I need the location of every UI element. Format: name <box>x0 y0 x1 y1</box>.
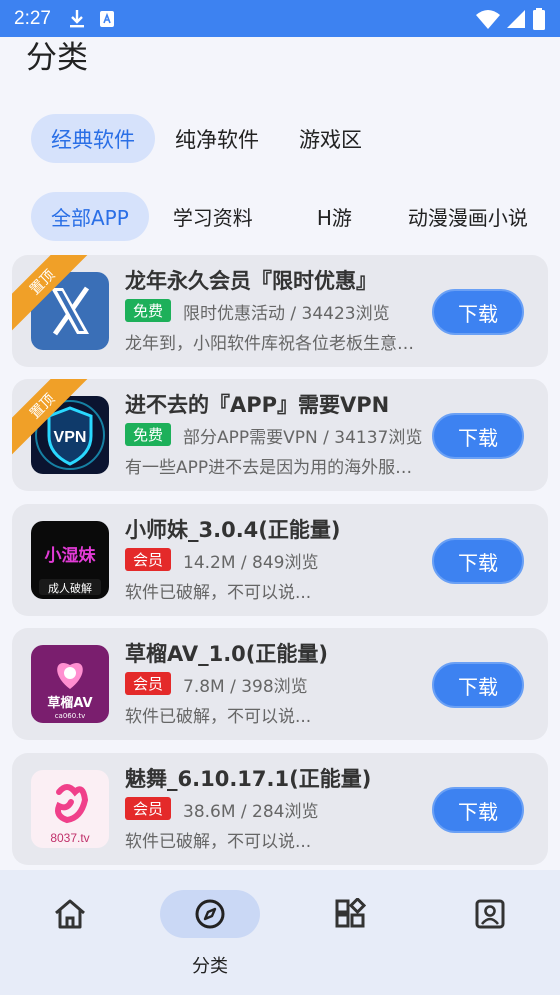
app-card[interactable]: 小湿妹 成人破解 小师妹_3.0.4(正能量) 会员 14.2M / 849浏览… <box>12 504 548 616</box>
app-title: 小师妹_3.0.4(正能量) <box>125 518 341 542</box>
vip-badge: 会员 <box>125 797 172 820</box>
free-badge: 免费 <box>125 423 172 446</box>
app-card[interactable]: 8037.tv 魅舞_6.10.17.1(正能量) 会员 38.6M / 284… <box>12 753 548 865</box>
free-badge: 免费 <box>125 299 172 322</box>
nav-categories[interactable]: 分类 <box>140 870 280 995</box>
app-meta: 38.6M / 284浏览 <box>183 802 319 822</box>
app-meta: 14.2M / 849浏览 <box>183 553 319 573</box>
app-description: 软件已破解，不可以说... <box>125 583 312 603</box>
tab-games[interactable]: 游戏区 <box>279 114 382 163</box>
tab-study-materials[interactable]: 学习资料 <box>153 192 273 241</box>
bottom-navigation: 分类 <box>0 870 560 995</box>
tab-clean-software[interactable]: 纯净软件 <box>155 114 279 163</box>
app-title: 龙年永久会员『限时优惠』 <box>125 269 377 293</box>
download-button[interactable]: 下载 <box>432 413 524 459</box>
icon-sub-text: ca060.tv <box>55 712 86 720</box>
compass-icon <box>195 899 225 929</box>
app-meta: 7.8M / 398浏览 <box>183 677 308 697</box>
icon-brand-text: 小湿妹 <box>45 545 97 566</box>
app-meta: 部分APP需要VPN / 34137浏览 <box>183 428 423 448</box>
sub-category-tabs: 全部APP 学习资料 H游 动漫漫画小说 <box>31 192 560 241</box>
icon-brand-text: 8037.tv <box>50 831 89 845</box>
xiaoshimei-app-icon: 小湿妹 成人破解 <box>31 521 109 599</box>
apps-grid-icon <box>335 898 366 928</box>
app-title: 魅舞_6.10.17.1(正能量) <box>125 767 372 791</box>
tab-classic-software[interactable]: 经典软件 <box>31 114 155 163</box>
battery-icon <box>533 7 545 30</box>
app-description: 龙年到，小阳软件库祝各位老板生意兴隆 <box>125 334 425 354</box>
status-time: 2:27 <box>14 7 51 29</box>
app-card[interactable]: 草榴AV ca060.tv 草榴AV_1.0(正能量) 会员 7.8M / 39… <box>12 628 548 740</box>
tab-all-apps[interactable]: 全部APP <box>31 192 149 241</box>
app-card[interactable]: 置顶 龙年永久会员『限时优惠』 免费 限时优惠活动 / 34423浏览 龙年到，… <box>12 255 548 367</box>
wifi-icon <box>476 9 500 29</box>
home-icon <box>55 899 85 929</box>
app-card[interactable]: VPN 置顶 进不去的『APP』需要VPN 免费 部分APP需要VPN / 34… <box>12 379 548 491</box>
app-meta: 限时优惠活动 / 34423浏览 <box>183 304 390 324</box>
download-button[interactable]: 下载 <box>432 787 524 833</box>
download-button[interactable]: 下载 <box>432 289 524 335</box>
signal-icon <box>507 9 525 28</box>
app-description: 有一些APP进不去是因为用的海外服务器 <box>125 458 425 478</box>
app-title: 草榴AV_1.0(正能量) <box>125 642 328 666</box>
meiwu-app-icon: 8037.tv <box>31 770 109 848</box>
profile-icon <box>475 899 505 929</box>
app-notification-icon <box>99 10 114 27</box>
icon-brand-text: 草榴AV <box>47 695 92 711</box>
tab-anime-comics-novels[interactable]: 动漫漫画小说 <box>388 192 548 241</box>
vip-badge: 会员 <box>125 548 172 571</box>
nav-profile[interactable] <box>420 870 560 995</box>
nav-categories-label: 分类 <box>192 956 228 977</box>
icon-sub-text: 成人破解 <box>48 581 92 595</box>
app-description: 软件已破解，不可以说... <box>125 707 312 727</box>
vip-badge: 会员 <box>125 672 172 695</box>
nav-home[interactable] <box>0 870 140 995</box>
app-description: 软件已破解，不可以说... <box>125 832 312 852</box>
download-button[interactable]: 下载 <box>432 662 524 708</box>
download-button[interactable]: 下载 <box>432 538 524 584</box>
tab-h-games[interactable]: H游 <box>297 192 372 241</box>
download-icon <box>69 9 84 27</box>
category-tabs: 经典软件 纯净软件 游戏区 <box>31 114 382 163</box>
app-title: 进不去的『APP』需要VPN <box>125 393 390 417</box>
caoliu-app-icon: 草榴AV ca060.tv <box>31 645 109 723</box>
page-title: 分类 <box>26 40 88 76</box>
vpn-icon-text: VPN <box>54 429 87 446</box>
nav-apps[interactable] <box>280 870 420 995</box>
